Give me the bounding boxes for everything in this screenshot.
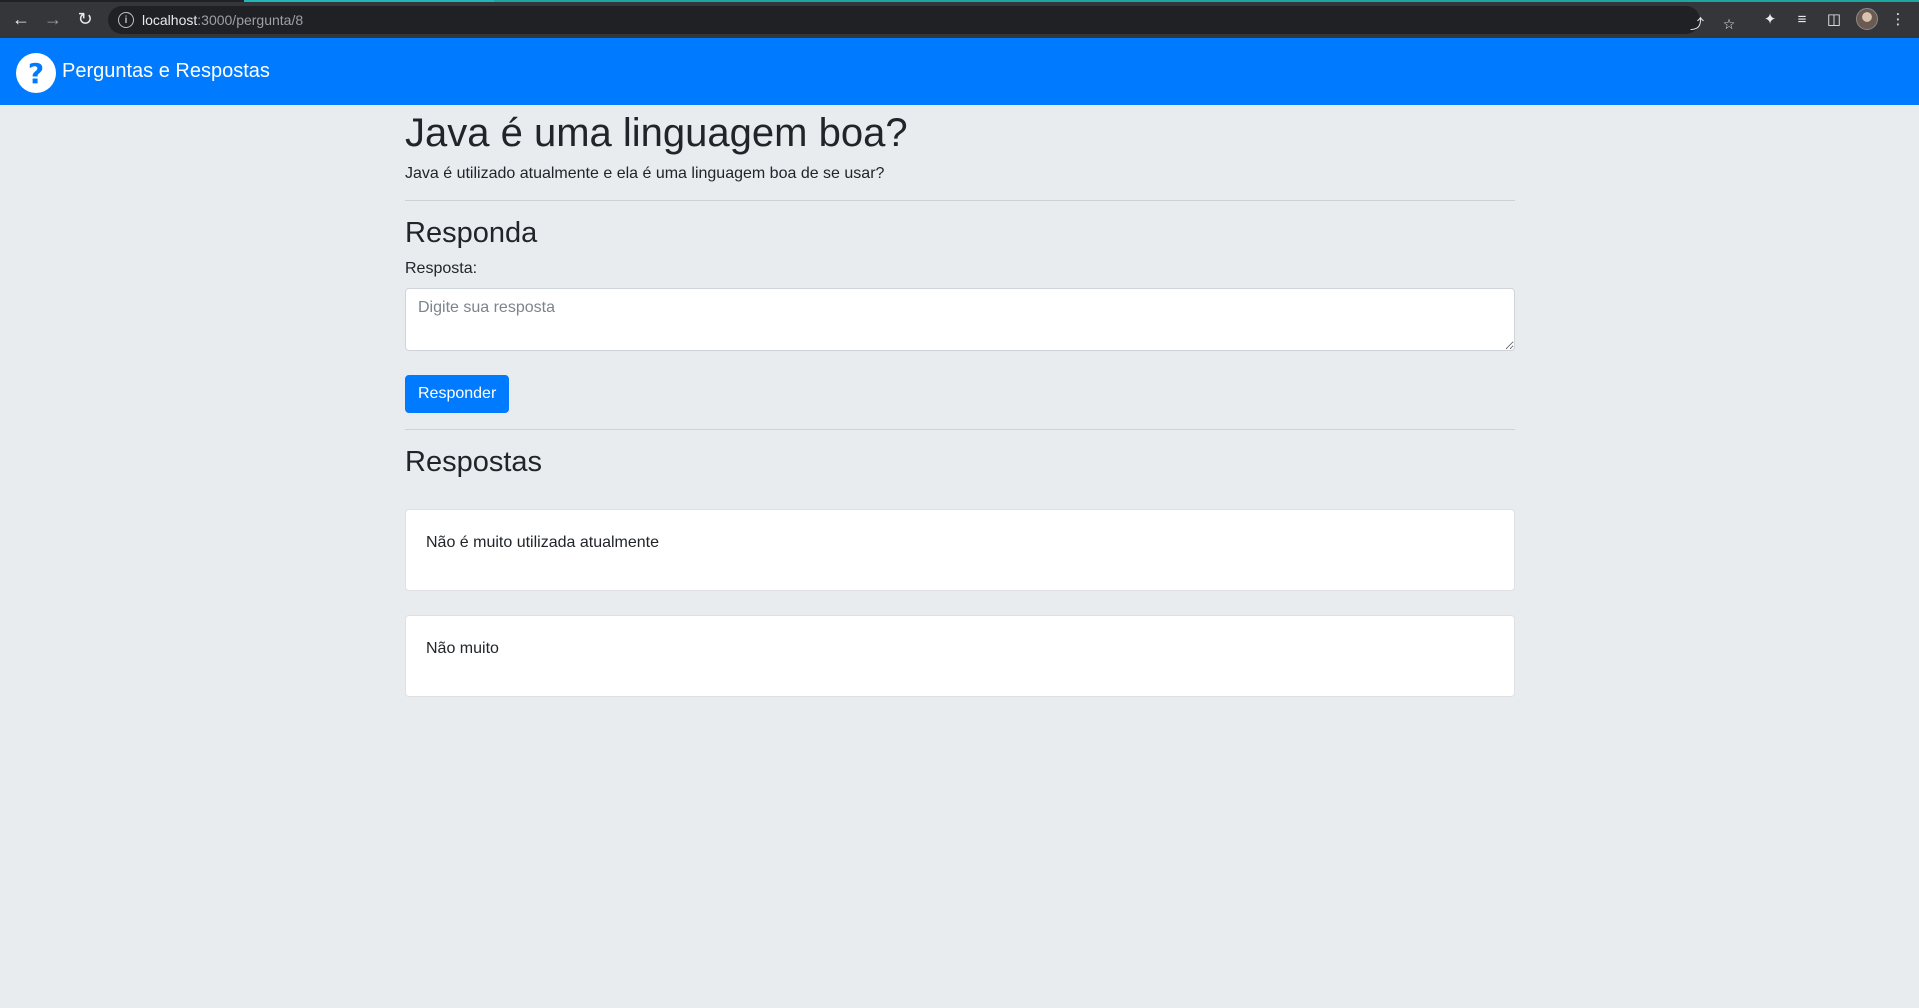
share-icon[interactable]: ⤴ bbox=[1688, 15, 1706, 33]
menu-kebab-icon[interactable]: ⋮ bbox=[1888, 9, 1908, 29]
bookmark-star-icon[interactable]: ☆ bbox=[1720, 15, 1738, 33]
reload-icon[interactable]: ↻ bbox=[74, 8, 96, 30]
main-content: Java é uma linguagem boa? Java é utiliza… bbox=[405, 105, 1515, 697]
answers-list: Não é muito utilizada atualmente Não mui… bbox=[405, 509, 1515, 697]
answer-form-heading: Responda bbox=[405, 217, 538, 249]
side-panel-icon[interactable]: ◫ bbox=[1824, 9, 1844, 29]
browser-toolbar: ← → ↻ i localhost:3000/pergunta/8 ⤴ ☆ ✦ … bbox=[0, 0, 1919, 38]
url-text[interactable]: localhost:3000/pergunta/8 bbox=[142, 12, 303, 28]
answer-card: Não é muito utilizada atualmente bbox=[405, 509, 1515, 591]
back-icon[interactable]: ← bbox=[10, 8, 32, 30]
address-bar[interactable]: i localhost:3000/pergunta/8 ⤴ ☆ bbox=[108, 6, 1735, 34]
question-title: Java é uma linguagem boa? bbox=[405, 111, 908, 155]
extensions-icon[interactable]: ✦ bbox=[1760, 9, 1780, 29]
forward-icon[interactable]: → bbox=[42, 8, 64, 30]
site-info-icon[interactable]: i bbox=[118, 12, 134, 28]
active-tab-indicator bbox=[244, 0, 494, 2]
url-path: :3000/pergunta/8 bbox=[197, 12, 304, 28]
answer-textarea[interactable] bbox=[405, 288, 1515, 351]
media-queue-icon[interactable]: ≡ bbox=[1792, 9, 1812, 29]
tab-strip bbox=[0, 0, 1919, 2]
question-mark-icon[interactable]: ? bbox=[16, 53, 56, 93]
tab-indicator bbox=[494, 0, 1919, 2]
brand-title[interactable]: Perguntas e Respostas bbox=[62, 60, 270, 83]
answer-card: Não muito bbox=[405, 615, 1515, 697]
question-description: Java é utilizado atualmente e ela é uma … bbox=[405, 165, 885, 182]
submit-answer-button[interactable]: Responder bbox=[405, 375, 510, 413]
divider bbox=[405, 429, 1515, 430]
url-host: localhost bbox=[142, 12, 198, 28]
profile-avatar[interactable] bbox=[1856, 8, 1878, 30]
app-navbar: ? Perguntas e Respostas bbox=[0, 38, 1919, 105]
answer-field-label: Resposta: bbox=[405, 260, 478, 277]
answers-heading: Respostas bbox=[405, 446, 543, 478]
divider bbox=[405, 200, 1515, 201]
